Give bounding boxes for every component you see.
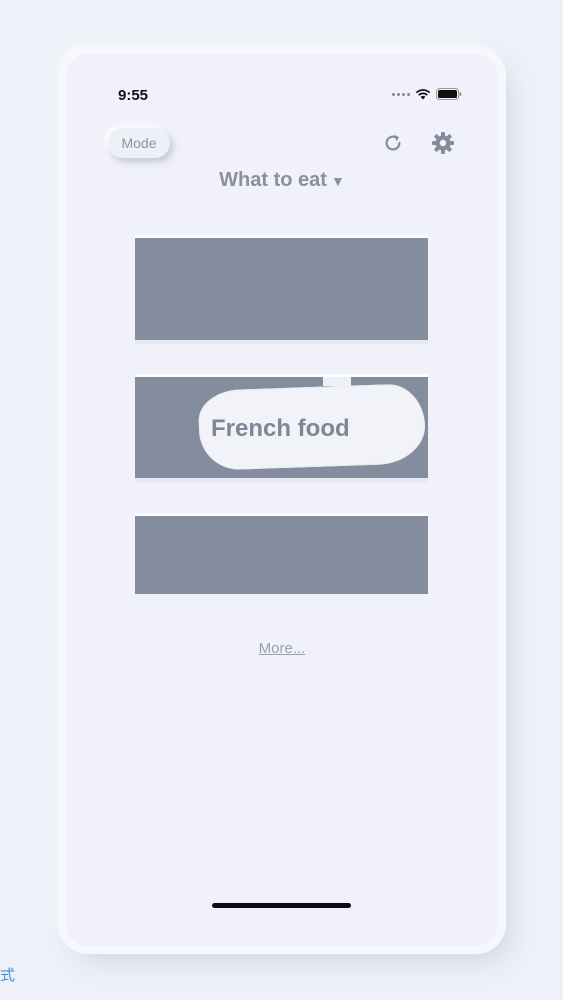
signal-icon: [392, 92, 410, 96]
dropdown-caret-icon: ▼: [330, 172, 345, 189]
home-indicator[interactable]: [212, 903, 351, 908]
phone-screen: 9:55 Mode What to eat ▼ French food More…: [66, 54, 498, 946]
gear-icon[interactable]: [431, 131, 455, 155]
status-icons: [392, 88, 462, 100]
mode-button[interactable]: Mode: [108, 128, 170, 158]
refresh-icon[interactable]: [382, 132, 404, 154]
battery-icon: [436, 88, 462, 100]
wifi-icon: [415, 89, 431, 100]
status-time: 9:55: [118, 87, 149, 104]
page-title: What to eat: [219, 169, 327, 191]
card-label: French food: [211, 415, 350, 442]
bottom-left-link[interactable]: 式: [0, 964, 15, 985]
category-dropdown[interactable]: What to eat ▼: [66, 169, 498, 192]
page-root: 9:55 Mode What to eat ▼ French food More…: [0, 0, 563, 1000]
food-card-3[interactable]: [135, 516, 428, 594]
food-card-2[interactable]: French food: [135, 377, 428, 478]
more-link[interactable]: More...: [66, 640, 498, 657]
card-tab: [323, 377, 351, 386]
food-card-1[interactable]: [135, 238, 428, 340]
